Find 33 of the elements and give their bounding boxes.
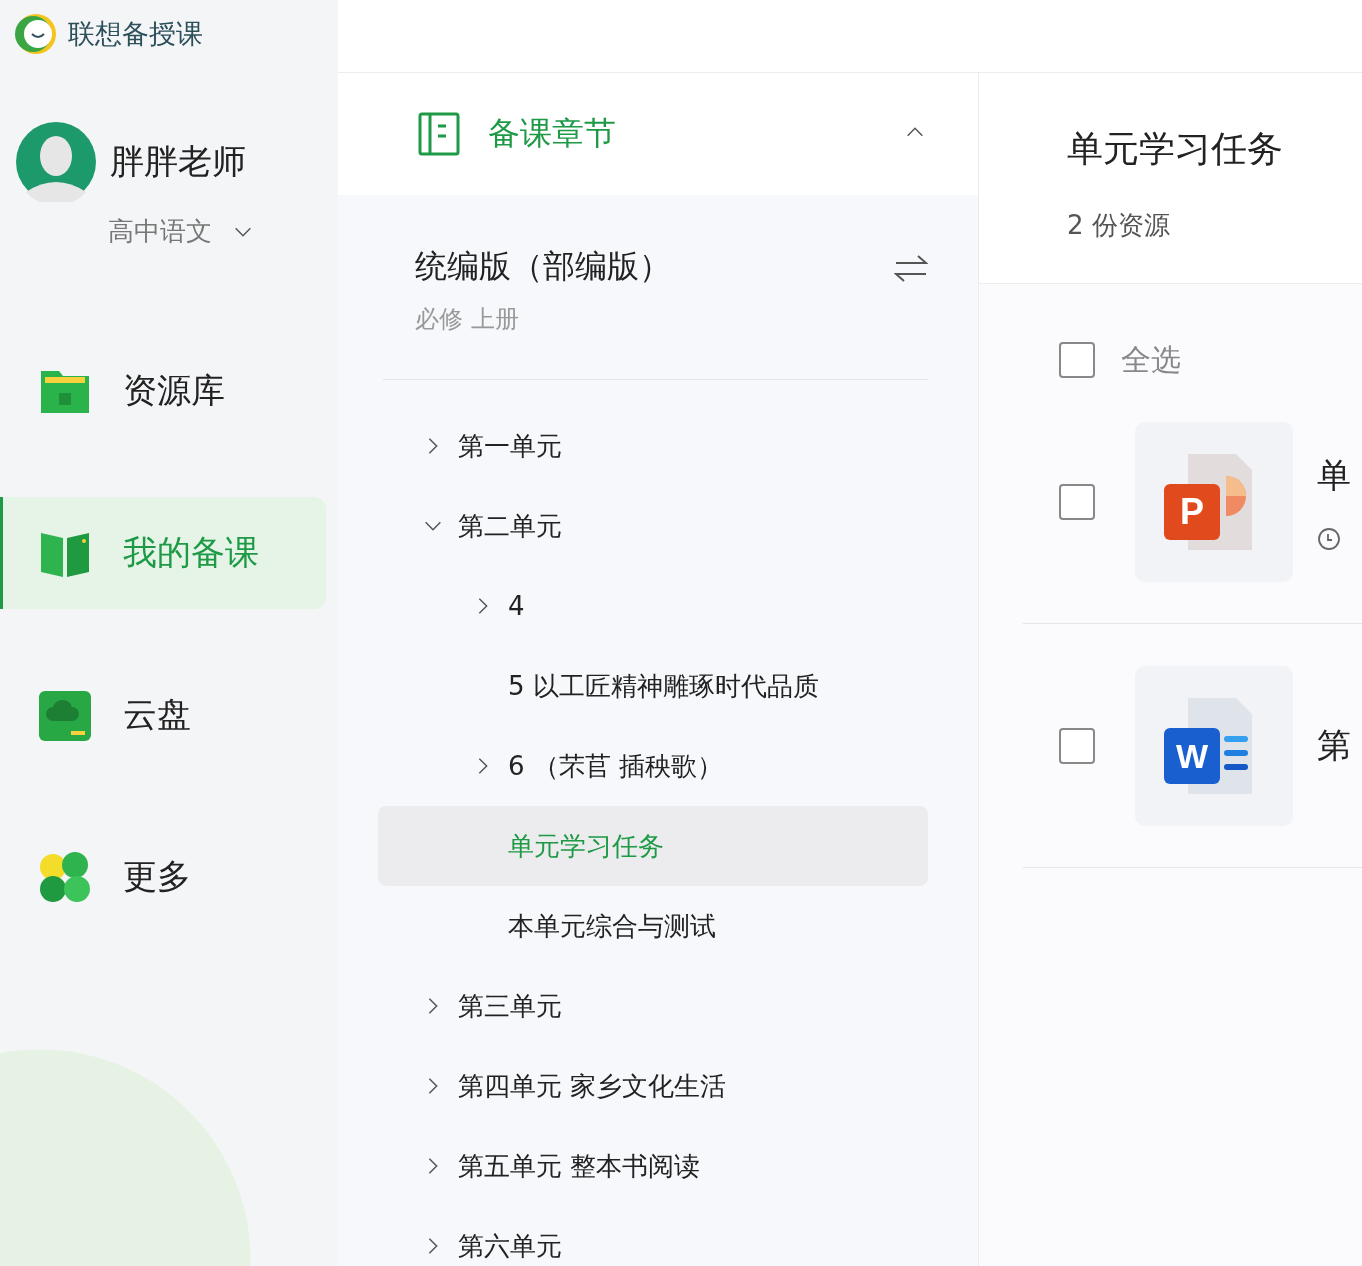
tree-item[interactable]: 本单元综合与测试 [378,886,928,966]
textbook-title: 统编版（部编版） [415,246,672,287]
file-thumbnail[interactable]: P [1135,421,1293,582]
tree-item[interactable]: 第二单元 [378,486,928,566]
subject-dropdown[interactable]: 高中语文 [108,214,254,249]
tree-item[interactable]: 4 [378,566,928,646]
select-all-label: 全选 [1121,340,1181,379]
textbook-volume: 必修 上册 [415,304,520,335]
apps-icon [37,849,93,905]
tree-item[interactable]: 6 （芣苢 插秧歌） [378,726,928,806]
user-name: 胖胖老师 [110,140,246,183]
tree-item[interactable]: 第五单元 整本书阅读 [378,1126,928,1206]
nav-item[interactable]: 资源库 [0,335,326,447]
swap-icon[interactable] [894,253,928,283]
section-title: 备课章节 [488,113,617,154]
checkbox[interactable] [1059,342,1095,378]
tree-item[interactable]: 第三单元 [378,966,928,1046]
file-title[interactable]: 第 [1317,722,1351,769]
content-title: 单元学习任务 [1067,127,1284,171]
tree-item[interactable]: 第一单元 [378,406,928,486]
app-name: 联想备授课 [68,17,203,51]
file-title[interactable]: 单 [1317,452,1351,499]
book-outline-icon [418,112,460,156]
tree-item[interactable]: 5 以工匠精神雕琢时代品质 [378,646,928,726]
tree-item[interactable]: 第六单元 [378,1206,928,1266]
clock-icon [1317,526,1341,551]
tree-item[interactable]: 第四单元 家乡文化生活 [378,1046,928,1126]
checkbox[interactable] [1059,727,1095,764]
nav-item[interactable]: 更多 [0,821,326,933]
checkbox[interactable] [1059,483,1095,520]
nav-item[interactable]: 云盘 [0,659,326,771]
file-thumbnail[interactable]: W [1135,665,1293,826]
resource-count: 2 份资源 [1067,209,1171,242]
